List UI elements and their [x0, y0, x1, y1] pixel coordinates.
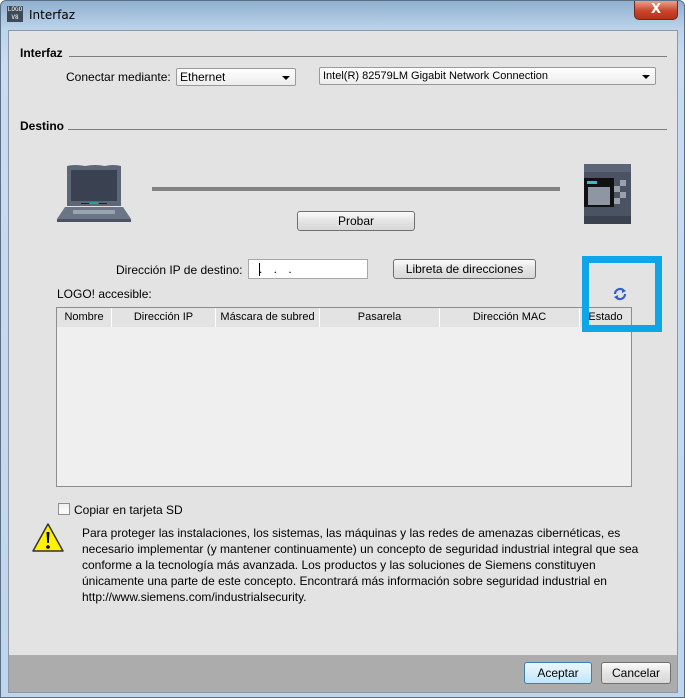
- interface-section-divider: [69, 56, 667, 57]
- destination-ip-input[interactable]: . . .: [248, 259, 368, 279]
- column-header-subnet[interactable]: Máscara de subred: [216, 308, 320, 327]
- connect-via-value: Ethernet: [180, 70, 226, 84]
- column-header-ip[interactable]: Dirección IP: [112, 308, 216, 327]
- test-button[interactable]: Probar: [297, 211, 415, 231]
- logo-soft-comfort-icon: LOGO V8: [7, 6, 23, 22]
- dialog-window: LOGO V8 Interfaz X Interfaz Conectar medi…: [0, 0, 685, 698]
- accessible-logo-label: LOGO! accesible:: [57, 287, 152, 301]
- destination-section-divider: [68, 129, 667, 130]
- destination-section-title: Destino: [20, 119, 65, 133]
- column-header-gateway[interactable]: Pasarela: [320, 308, 440, 327]
- destination-ip-label: Dirección IP de destino:: [116, 263, 243, 277]
- highlight-annotation: [582, 256, 662, 332]
- destination-ip-value: . . .: [259, 262, 296, 276]
- security-warning-text: Para proteger las instalaciones, los sis…: [82, 526, 639, 604]
- connect-via-label: Conectar mediante:: [66, 70, 171, 84]
- close-button[interactable]: X: [634, 1, 678, 20]
- accessible-devices-table[interactable]: Nombre Dirección IP Máscara de subred Pa…: [56, 307, 632, 487]
- address-book-button[interactable]: Libreta de direcciones: [393, 259, 536, 279]
- network-adapter-value: Intel(R) 82579LM Gigabit Network Connect…: [323, 70, 549, 82]
- warning-icon: [32, 523, 64, 552]
- logo-plc-icon: [584, 164, 631, 224]
- laptop-icon: [57, 165, 131, 222]
- connection-line: [152, 187, 560, 191]
- connect-via-select[interactable]: Ethernet: [176, 68, 296, 86]
- accept-button[interactable]: Aceptar: [524, 662, 592, 684]
- text-cursor: [259, 263, 260, 276]
- cancel-button[interactable]: Cancelar: [601, 662, 671, 684]
- close-icon: X: [650, 2, 662, 17]
- copy-to-sd-checkbox[interactable]: [58, 503, 70, 515]
- interface-section-title: Interfaz: [20, 46, 63, 60]
- copy-to-sd-label[interactable]: Copiar en tarjeta SD: [74, 503, 183, 517]
- chevron-down-icon: [642, 75, 650, 79]
- chevron-down-icon: [282, 76, 290, 80]
- window-title: Interfaz: [29, 8, 76, 22]
- table-header: Nombre Dirección IP Máscara de subred Pa…: [57, 308, 631, 327]
- column-header-name[interactable]: Nombre: [57, 308, 112, 327]
- title-bar[interactable]: LOGO V8 Interfaz X: [1, 1, 684, 29]
- network-adapter-select[interactable]: Intel(R) 82579LM Gigabit Network Connect…: [319, 67, 656, 85]
- column-header-mac[interactable]: Dirección MAC: [440, 308, 580, 327]
